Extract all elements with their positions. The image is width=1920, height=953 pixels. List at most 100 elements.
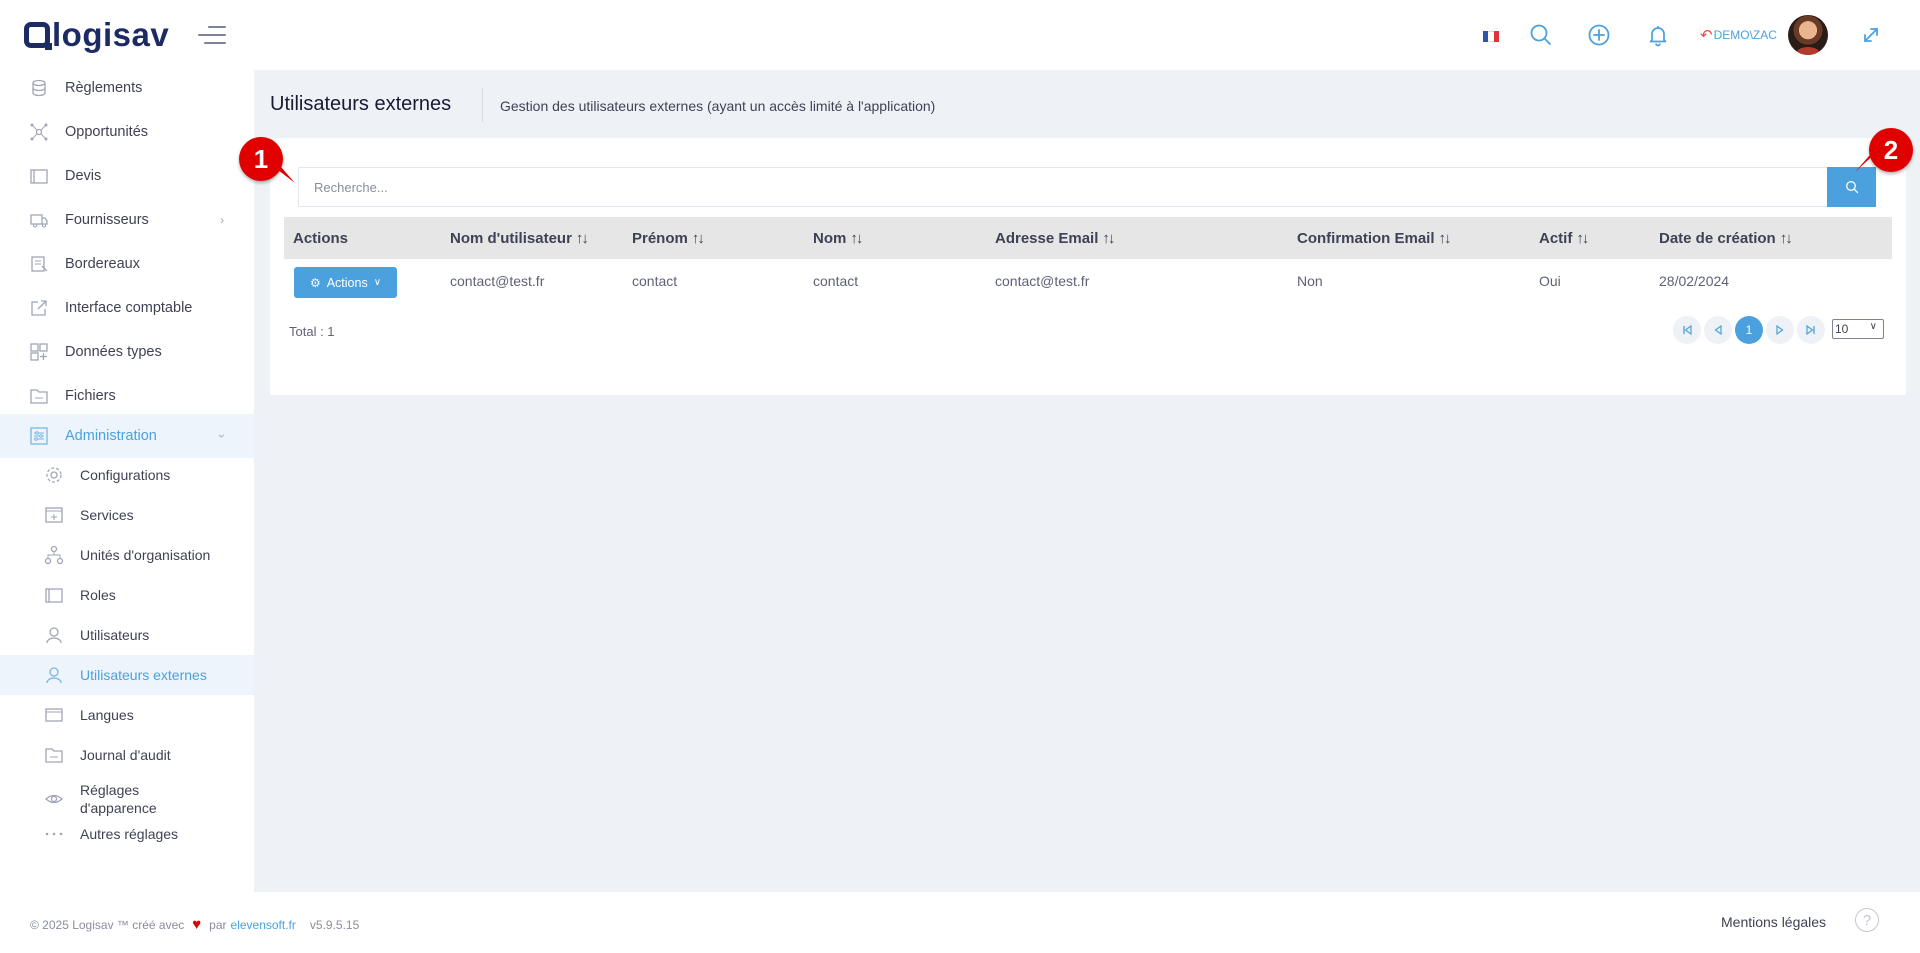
sidebar-subitem-langues[interactable]: Langues — [0, 695, 254, 735]
user-icon — [46, 627, 62, 644]
help-icon[interactable]: ? — [1855, 908, 1879, 932]
column-header-username[interactable]: Nom d'utilisateur ↑↓ — [450, 230, 589, 247]
sidebar-subitem-journal-audit[interactable]: Journal d'audit — [0, 735, 254, 775]
column-header-created[interactable]: Date de création ↑↓ — [1659, 230, 1793, 247]
sidebar-item-interface-comptable[interactable]: Interface comptable — [0, 286, 254, 330]
column-header-email[interactable]: Adresse Email ↑↓ — [995, 230, 1115, 247]
fullscreen-icon[interactable] — [1858, 22, 1884, 48]
cell-username: contact@test.fr — [450, 273, 545, 289]
column-header-lastname[interactable]: Nom ↑↓ — [813, 230, 863, 247]
sidebar-item-bordereaux[interactable]: Bordereaux — [0, 242, 254, 286]
table-header: Actions Nom d'utilisateur ↑↓ Prénom ↑↓ Nom… — [284, 217, 1892, 259]
title-divider — [482, 88, 483, 122]
services-icon — [45, 507, 63, 523]
page-number-button[interactable]: 1 — [1735, 316, 1763, 344]
sidebar-subitem-configurations[interactable]: Configurations — [0, 455, 254, 495]
document-icon — [31, 256, 48, 272]
user-name: DEMO\ZAC — [1713, 28, 1777, 42]
callout-pointer — [269, 163, 295, 183]
sort-icon: ↑↓ — [575, 230, 589, 247]
sidebar-item-reglements[interactable]: Règlements — [0, 70, 254, 110]
grid-icon — [30, 343, 48, 361]
total-count: Total : 1 — [289, 324, 335, 339]
sort-icon: ↑↓ — [1779, 230, 1793, 247]
column-header-email-confirmation[interactable]: Confirmation Email ↑↓ — [1297, 230, 1452, 247]
coins-icon — [32, 79, 46, 97]
sidebar-subitem-label: Utilisateurs — [80, 627, 150, 643]
column-header-label: Nom d'utilisateur — [450, 230, 572, 247]
sidebar-subitem-label: Journal d'audit — [80, 747, 171, 763]
sidebar-item-label: Données types — [65, 344, 162, 360]
last-page-button[interactable] — [1797, 316, 1825, 344]
return-arrow-icon: ↶ — [1700, 27, 1713, 44]
page-subtitle: Gestion des utilisateurs externes (ayant… — [500, 98, 936, 114]
column-header-label: Date de création — [1659, 230, 1776, 247]
legal-notice-link[interactable]: Mentions légales — [1721, 914, 1826, 930]
previous-page-button[interactable] — [1704, 316, 1732, 344]
callout-1: 1 — [239, 137, 295, 183]
actions-label: Actions — [326, 275, 368, 290]
cell-email-confirmation: Non — [1297, 273, 1323, 289]
heart-icon: ♥ — [192, 916, 202, 933]
sidebar-subitem-autres-reglages[interactable]: Autres réglages — [0, 814, 254, 854]
sidebar-item-fichiers[interactable]: Fichiers — [0, 374, 254, 418]
column-header-label: Nom — [813, 230, 847, 247]
cell-email: contact@test.fr — [995, 273, 1090, 289]
sidebar-item-label: Règlements — [65, 80, 143, 96]
sidebar-subitem-utilisateurs-externes[interactable]: Utilisateurs externes — [0, 655, 254, 695]
network-icon — [30, 123, 48, 141]
avatar[interactable] — [1788, 15, 1828, 55]
elevensoft-link[interactable]: elevensoft.fr — [231, 918, 296, 932]
dots-icon — [45, 832, 63, 836]
org-icon — [44, 545, 64, 565]
callout-pointer — [1855, 150, 1879, 172]
truck-icon — [30, 214, 48, 228]
sidebar-subitem-label: Unités d'organisation — [80, 547, 211, 563]
add-icon[interactable] — [1586, 22, 1612, 48]
callout-2: 2 — [1855, 128, 1913, 172]
folder-icon — [30, 169, 48, 184]
callout-number: 1 — [253, 143, 269, 174]
sidebar-item-donnees-types[interactable]: Données types — [0, 330, 254, 374]
menu-toggle-icon[interactable] — [198, 26, 226, 44]
row-actions-button[interactable]: ⚙ Actions ∨ — [294, 267, 397, 298]
sidebar-item-devis[interactable]: Devis — [0, 154, 254, 198]
search-input[interactable] — [298, 167, 1828, 207]
logo[interactable]: logisav — [24, 18, 169, 51]
sidebar-subitem-services[interactable]: Services — [0, 495, 254, 535]
sidebar-item-label: Opportunités — [65, 124, 149, 140]
sidebar-item-administration[interactable]: Administration › — [0, 414, 254, 458]
user-switch-link[interactable]: ↶ DEMO\ZAC — [1700, 26, 1777, 44]
eye-icon — [45, 794, 63, 804]
sidebar-item-label: Fichiers — [65, 388, 116, 404]
search-icon — [1845, 181, 1858, 194]
column-header-actions: Actions — [293, 230, 349, 247]
chevron-down-icon: ∨ — [373, 277, 382, 288]
sidebar-item-label: Administration — [65, 428, 157, 444]
chevron-right-icon: › — [220, 213, 224, 227]
logo-mark-icon — [24, 21, 52, 50]
column-header-firstname[interactable]: Prénom ↑↓ — [632, 230, 705, 247]
sidebar-subitem-utilisateurs[interactable]: Utilisateurs — [0, 615, 254, 655]
logo-text: logisav — [52, 16, 170, 53]
sidebar-item-label: Devis — [65, 168, 102, 184]
search-icon[interactable] — [1528, 22, 1554, 48]
footer: © 2025 Logisav ™ créé avec ♥ par elevens… — [0, 892, 1920, 953]
sidebar-subitem-roles[interactable]: Roles — [0, 575, 254, 615]
sidebar-item-fournisseurs[interactable]: Fournisseurs › — [0, 198, 254, 242]
sidebar-item-opportunites[interactable]: Opportunités — [0, 110, 254, 154]
language-icon — [45, 708, 63, 722]
page-size-select[interactable]: 10 ∨ — [1832, 319, 1884, 339]
sort-icon: ↑↓ — [691, 230, 705, 247]
column-header-active[interactable]: Actif ↑↓ — [1539, 230, 1589, 247]
column-header-label: Adresse Email — [995, 230, 1099, 247]
bell-icon[interactable] — [1645, 22, 1671, 48]
column-header-label: Prénom — [632, 230, 688, 247]
sidebar-subitem-unites-organisation[interactable]: Unités d'organisation — [0, 535, 254, 575]
sidebar-item-label: Fournisseurs — [65, 212, 149, 228]
first-page-icon — [1683, 325, 1692, 335]
next-page-button[interactable] — [1766, 316, 1794, 344]
french-flag-icon[interactable] — [1483, 31, 1499, 42]
first-page-button[interactable] — [1673, 316, 1701, 344]
sort-icon: ↑↓ — [850, 230, 863, 247]
